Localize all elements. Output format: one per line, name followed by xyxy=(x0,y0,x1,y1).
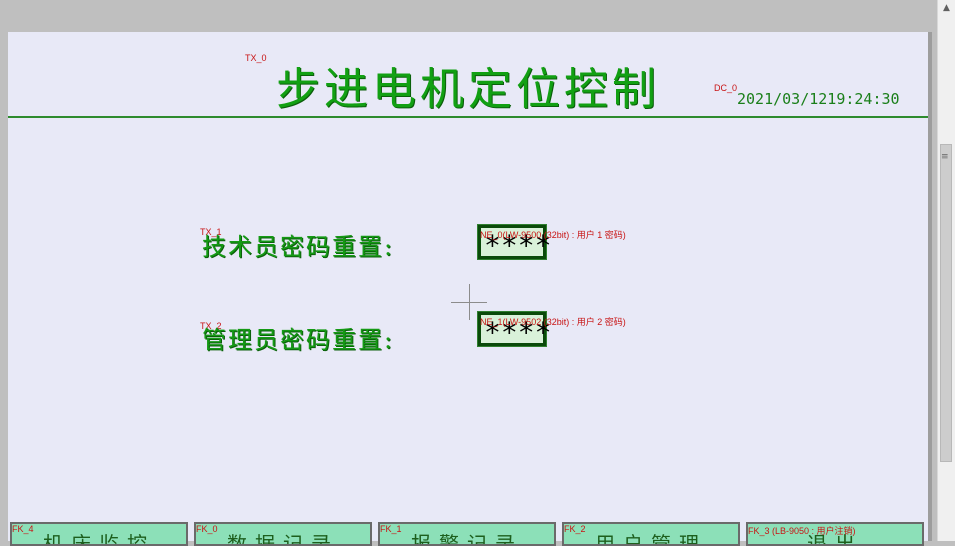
fkey-machine-monitor-button[interactable]: 机床监控 xyxy=(10,522,188,546)
technician-password-label: 技术员密码重置: xyxy=(202,233,395,261)
fkey-tag: FK_0 xyxy=(196,524,218,534)
fkey-tag: FK_1 xyxy=(380,524,402,534)
datetime-tag: DC_0 xyxy=(714,83,738,93)
fkey-tag: FK_2 xyxy=(564,524,586,534)
fkey-label: 报警记录 xyxy=(411,532,523,546)
scroll-thumb[interactable] xyxy=(940,144,952,462)
fkey-data-record-button[interactable]: 数据记录 xyxy=(194,522,372,546)
fkey-label: 数据记录 xyxy=(227,532,339,546)
scroll-up-icon[interactable]: ▲ xyxy=(938,0,955,17)
fkey-tag: FK_3 (LB-9050 : 用户注销) xyxy=(748,526,856,536)
fkey-alarm-record-button[interactable]: 报警记录 xyxy=(378,522,556,546)
technician-field-tag: NE_0(LW-9500 (32bit) : 用户 1 密码) xyxy=(480,230,626,240)
fkey-user-management-button[interactable]: 用户管理 xyxy=(562,522,740,546)
fkey-tag: FK_4 xyxy=(12,524,34,534)
hmi-screen: TX_0 步进电机定位控制 DC_0 2021/03/1219:24:30 TX… xyxy=(8,32,928,546)
admin-field-tag: NE_1(LW-9502 (32bit) : 用户 2 密码) xyxy=(480,317,626,327)
crosshair-cursor-vertical xyxy=(469,284,470,320)
admin-password-label: 管理员密码重置: xyxy=(202,326,395,354)
fkey-label: 机床监控 xyxy=(43,532,155,546)
vertical-scrollbar[interactable]: ▲ ≡ xyxy=(937,0,955,541)
page-title: 步进电机定位控制 xyxy=(276,64,660,115)
fkey-label: 用户管理 xyxy=(595,532,707,546)
datetime-display: 2021/03/1219:24:30 xyxy=(737,90,900,108)
header-divider xyxy=(8,116,928,118)
grip-icon: ≡ xyxy=(941,152,949,162)
